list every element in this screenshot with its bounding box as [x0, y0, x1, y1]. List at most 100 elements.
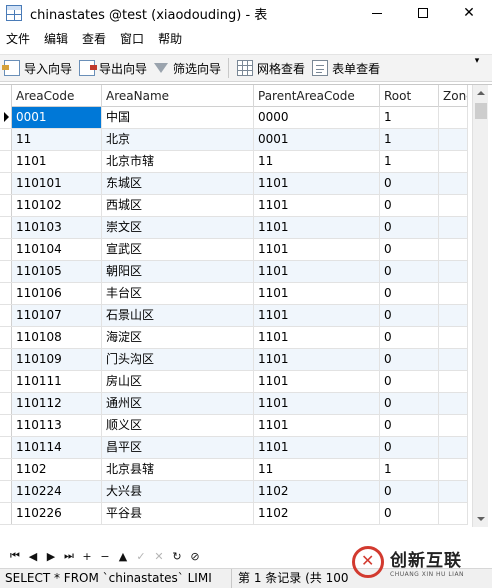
import-wizard-button[interactable]: 导入向导: [0, 57, 75, 79]
cell-parentareacode[interactable]: 1101: [254, 195, 380, 216]
cell-parentareacode[interactable]: 1101: [254, 415, 380, 436]
cell-zone[interactable]: [439, 481, 468, 502]
table-row[interactable]: 110102 西城区 1101 0: [0, 195, 468, 217]
cell-areaname[interactable]: 通州区: [102, 393, 254, 414]
cell-root[interactable]: 0: [380, 173, 439, 194]
cell-areaname[interactable]: 东城区: [102, 173, 254, 194]
cell-areacode[interactable]: 110107: [12, 305, 102, 326]
cell-parentareacode[interactable]: 0000: [254, 107, 380, 128]
form-view-button[interactable]: 表单查看: [308, 57, 383, 79]
table-row[interactable]: 110107 石景山区 1101 0: [0, 305, 468, 327]
cell-parentareacode[interactable]: 1101: [254, 217, 380, 238]
menu-edit[interactable]: 编辑: [37, 28, 75, 50]
table-row[interactable]: 1102 北京县辖 11 1: [0, 459, 468, 481]
cell-parentareacode[interactable]: 1102: [254, 481, 380, 502]
cell-zone[interactable]: [439, 261, 468, 282]
cell-root[interactable]: 0: [380, 503, 439, 524]
cell-areacode[interactable]: 110109: [12, 349, 102, 370]
table-row[interactable]: 110224 大兴县 1102 0: [0, 481, 468, 503]
cell-parentareacode[interactable]: 1102: [254, 503, 380, 524]
cell-root[interactable]: 0: [380, 371, 439, 392]
cell-root[interactable]: 0: [380, 327, 439, 348]
cell-areaname[interactable]: 北京县辖: [102, 459, 254, 480]
cell-zone[interactable]: [439, 503, 468, 524]
cell-zone[interactable]: [439, 393, 468, 414]
cell-areaname[interactable]: 石景山区: [102, 305, 254, 326]
cell-root[interactable]: 0: [380, 437, 439, 458]
cell-root[interactable]: 1: [380, 151, 439, 172]
cell-areaname[interactable]: 顺义区: [102, 415, 254, 436]
cell-areacode[interactable]: 1102: [12, 459, 102, 480]
cell-areaname[interactable]: 崇文区: [102, 217, 254, 238]
cell-root[interactable]: 0: [380, 239, 439, 260]
cell-root[interactable]: 0: [380, 195, 439, 216]
cell-areacode[interactable]: 110102: [12, 195, 102, 216]
cell-parentareacode[interactable]: 1101: [254, 173, 380, 194]
delete-record-button[interactable]: −: [96, 548, 114, 564]
cell-areacode[interactable]: 110226: [12, 503, 102, 524]
menu-view[interactable]: 查看: [75, 28, 113, 50]
cell-areacode[interactable]: 110104: [12, 239, 102, 260]
cell-areaname[interactable]: 朝阳区: [102, 261, 254, 282]
cell-root[interactable]: 1: [380, 107, 439, 128]
table-row[interactable]: 110104 宣武区 1101 0: [0, 239, 468, 261]
toolbar-overflow-button[interactable]: ▾: [472, 57, 482, 66]
cell-zone[interactable]: [439, 327, 468, 348]
cell-areaname[interactable]: 海淀区: [102, 327, 254, 348]
export-wizard-button[interactable]: 导出向导: [75, 57, 150, 79]
prev-record-button[interactable]: ◀: [24, 548, 42, 564]
cell-areaname[interactable]: 平谷县: [102, 503, 254, 524]
table-row[interactable]: 110114 昌平区 1101 0: [0, 437, 468, 459]
cell-areaname[interactable]: 丰台区: [102, 283, 254, 304]
cell-areacode[interactable]: 110112: [12, 393, 102, 414]
cell-areacode[interactable]: 11: [12, 129, 102, 150]
cell-zone[interactable]: [439, 283, 468, 304]
add-record-button[interactable]: +: [78, 548, 96, 564]
cell-zone[interactable]: [439, 437, 468, 458]
cell-areacode[interactable]: 110114: [12, 437, 102, 458]
cell-root[interactable]: 1: [380, 129, 439, 150]
cell-areacode[interactable]: 110113: [12, 415, 102, 436]
table-row[interactable]: 110113 顺义区 1101 0: [0, 415, 468, 437]
filter-wizard-button[interactable]: 筛选向导: [150, 57, 224, 79]
table-row[interactable]: 110106 丰台区 1101 0: [0, 283, 468, 305]
cell-parentareacode[interactable]: 1101: [254, 239, 380, 260]
cell-root[interactable]: 0: [380, 217, 439, 238]
cell-zone[interactable]: [439, 459, 468, 480]
cell-areacode[interactable]: 110106: [12, 283, 102, 304]
cell-areaname[interactable]: 北京市辖: [102, 151, 254, 172]
cell-parentareacode[interactable]: 11: [254, 151, 380, 172]
cell-areaname[interactable]: 房山区: [102, 371, 254, 392]
discard-changes-button[interactable]: ✕: [150, 548, 168, 564]
cell-parentareacode[interactable]: 1101: [254, 349, 380, 370]
cell-areaname[interactable]: 宣武区: [102, 239, 254, 260]
cell-root[interactable]: 0: [380, 393, 439, 414]
table-row[interactable]: 1101 北京市辖 11 1: [0, 151, 468, 173]
scrollbar-thumb[interactable]: [475, 103, 487, 119]
cell-areacode[interactable]: 110224: [12, 481, 102, 502]
cell-areaname[interactable]: 大兴县: [102, 481, 254, 502]
next-record-button[interactable]: ▶: [42, 548, 60, 564]
cell-root[interactable]: 0: [380, 305, 439, 326]
refresh-button[interactable]: ↻: [168, 548, 186, 564]
menu-help[interactable]: 帮助: [151, 28, 189, 50]
cell-parentareacode[interactable]: 1101: [254, 305, 380, 326]
cell-areaname[interactable]: 中国: [102, 107, 254, 128]
cell-parentareacode[interactable]: 11: [254, 459, 380, 480]
cell-root[interactable]: 1: [380, 459, 439, 480]
cell-parentareacode[interactable]: 1101: [254, 283, 380, 304]
menu-window[interactable]: 窗口: [113, 28, 151, 50]
maximize-button[interactable]: [400, 0, 446, 26]
table-row[interactable]: 11 北京 0001 1: [0, 129, 468, 151]
cell-zone[interactable]: [439, 239, 468, 260]
cell-root[interactable]: 0: [380, 349, 439, 370]
table-row[interactable]: 110101 东城区 1101 0: [0, 173, 468, 195]
table-row[interactable]: 110111 房山区 1101 0: [0, 371, 468, 393]
table-row[interactable]: 110112 通州区 1101 0: [0, 393, 468, 415]
minimize-button[interactable]: [354, 0, 400, 26]
cell-areacode[interactable]: 110108: [12, 327, 102, 348]
cell-zone[interactable]: [439, 305, 468, 326]
cell-areacode[interactable]: 110103: [12, 217, 102, 238]
cell-root[interactable]: 0: [380, 415, 439, 436]
grid-view-button[interactable]: 网格查看: [233, 57, 308, 79]
